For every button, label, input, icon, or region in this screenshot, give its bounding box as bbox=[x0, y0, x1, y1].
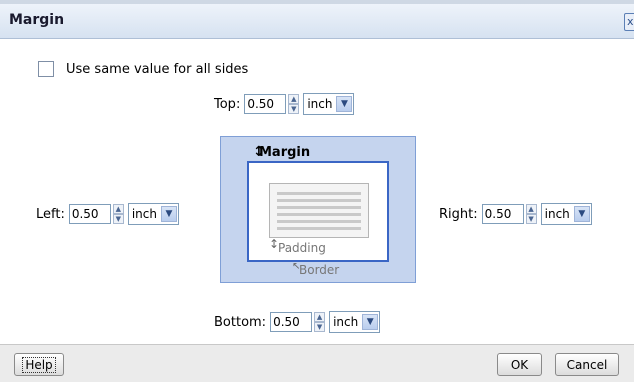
diagram-border-label: Border bbox=[299, 263, 340, 277]
same-value-label: Use same value for all sides bbox=[66, 61, 249, 77]
dropdown-arrow-icon[interactable]: ▼ bbox=[336, 96, 353, 112]
chevron-up-icon[interactable]: ▲ bbox=[112, 204, 124, 214]
ok-button[interactable]: OK bbox=[497, 353, 542, 376]
margin-diagram: ↕ Margin ↕ Padding ↖ Border bbox=[220, 136, 416, 283]
left-unit-value: inch bbox=[131, 207, 157, 221]
bottom-field-group: Bottom: ▲ ▼ inch ▼ bbox=[214, 311, 381, 333]
dialog-title: Margin bbox=[9, 12, 65, 28]
page-text-line bbox=[277, 220, 361, 223]
chevron-down-icon[interactable]: ▼ bbox=[288, 104, 300, 114]
bottom-label: Bottom: bbox=[214, 314, 267, 330]
chevron-down-icon[interactable]: ▼ bbox=[314, 322, 326, 332]
chevron-up-icon[interactable]: ▲ bbox=[525, 204, 537, 214]
bottom-value-input[interactable] bbox=[270, 312, 313, 332]
help-button[interactable]: Help bbox=[14, 353, 64, 376]
bottom-spinner[interactable]: ▲ ▼ bbox=[314, 312, 326, 332]
top-spinner[interactable]: ▲ ▼ bbox=[288, 94, 300, 114]
page-text-line bbox=[277, 227, 361, 230]
right-field-group: Right: ▲ ▼ inch ▼ bbox=[439, 203, 592, 225]
bottom-unit-value: inch bbox=[333, 315, 359, 329]
left-spinner[interactable]: ▲ ▼ bbox=[112, 204, 124, 224]
dropdown-arrow-icon[interactable]: ▼ bbox=[161, 206, 177, 222]
top-unit-value: inch bbox=[307, 97, 333, 111]
chevron-down-icon[interactable]: ▼ bbox=[112, 214, 124, 224]
page-text-line bbox=[277, 213, 361, 216]
page-text-line bbox=[277, 192, 361, 195]
dialog-titlebar[interactable]: Margin x bbox=[0, 4, 634, 39]
diagram-margin-label: Margin bbox=[259, 145, 311, 160]
left-unit-select[interactable]: inch ▼ bbox=[127, 203, 179, 225]
cancel-button[interactable]: Cancel bbox=[555, 353, 619, 376]
left-label: Left: bbox=[36, 206, 65, 222]
dropdown-arrow-icon[interactable]: ▼ bbox=[362, 314, 379, 330]
right-spinner[interactable]: ▲ ▼ bbox=[525, 204, 537, 224]
diagram-padding-label: Padding bbox=[278, 241, 326, 255]
chevron-down-icon[interactable]: ▼ bbox=[525, 214, 537, 224]
close-icon[interactable]: x bbox=[624, 13, 634, 31]
top-label: Top: bbox=[214, 96, 241, 112]
same-value-row[interactable]: Use same value for all sides bbox=[38, 60, 248, 78]
right-label: Right: bbox=[439, 206, 478, 222]
left-field-group: Left: ▲ ▼ inch ▼ bbox=[36, 203, 179, 225]
margin-dialog: Margin x Use same value for all sides To… bbox=[0, 0, 634, 382]
right-unit-select[interactable]: inch ▼ bbox=[540, 203, 592, 225]
diagram-page-preview bbox=[269, 183, 369, 238]
top-value-input[interactable] bbox=[244, 94, 287, 114]
page-text-line bbox=[277, 206, 361, 209]
same-value-checkbox[interactable] bbox=[38, 61, 54, 77]
top-field-group: Top: ▲ ▼ inch ▼ bbox=[214, 93, 355, 115]
bottom-unit-select[interactable]: inch ▼ bbox=[329, 311, 381, 333]
right-value-input[interactable] bbox=[481, 204, 524, 224]
page-text-line bbox=[277, 199, 361, 202]
dropdown-arrow-icon[interactable]: ▼ bbox=[573, 206, 590, 222]
help-button-label: Help bbox=[22, 356, 56, 373]
right-unit-value: inch bbox=[544, 207, 570, 221]
chevron-up-icon[interactable]: ▲ bbox=[314, 312, 326, 322]
dialog-footer: Help OK Cancel bbox=[0, 344, 634, 382]
chevron-up-icon[interactable]: ▲ bbox=[288, 94, 300, 104]
left-value-input[interactable] bbox=[68, 204, 111, 224]
top-unit-select[interactable]: inch ▼ bbox=[303, 93, 355, 115]
